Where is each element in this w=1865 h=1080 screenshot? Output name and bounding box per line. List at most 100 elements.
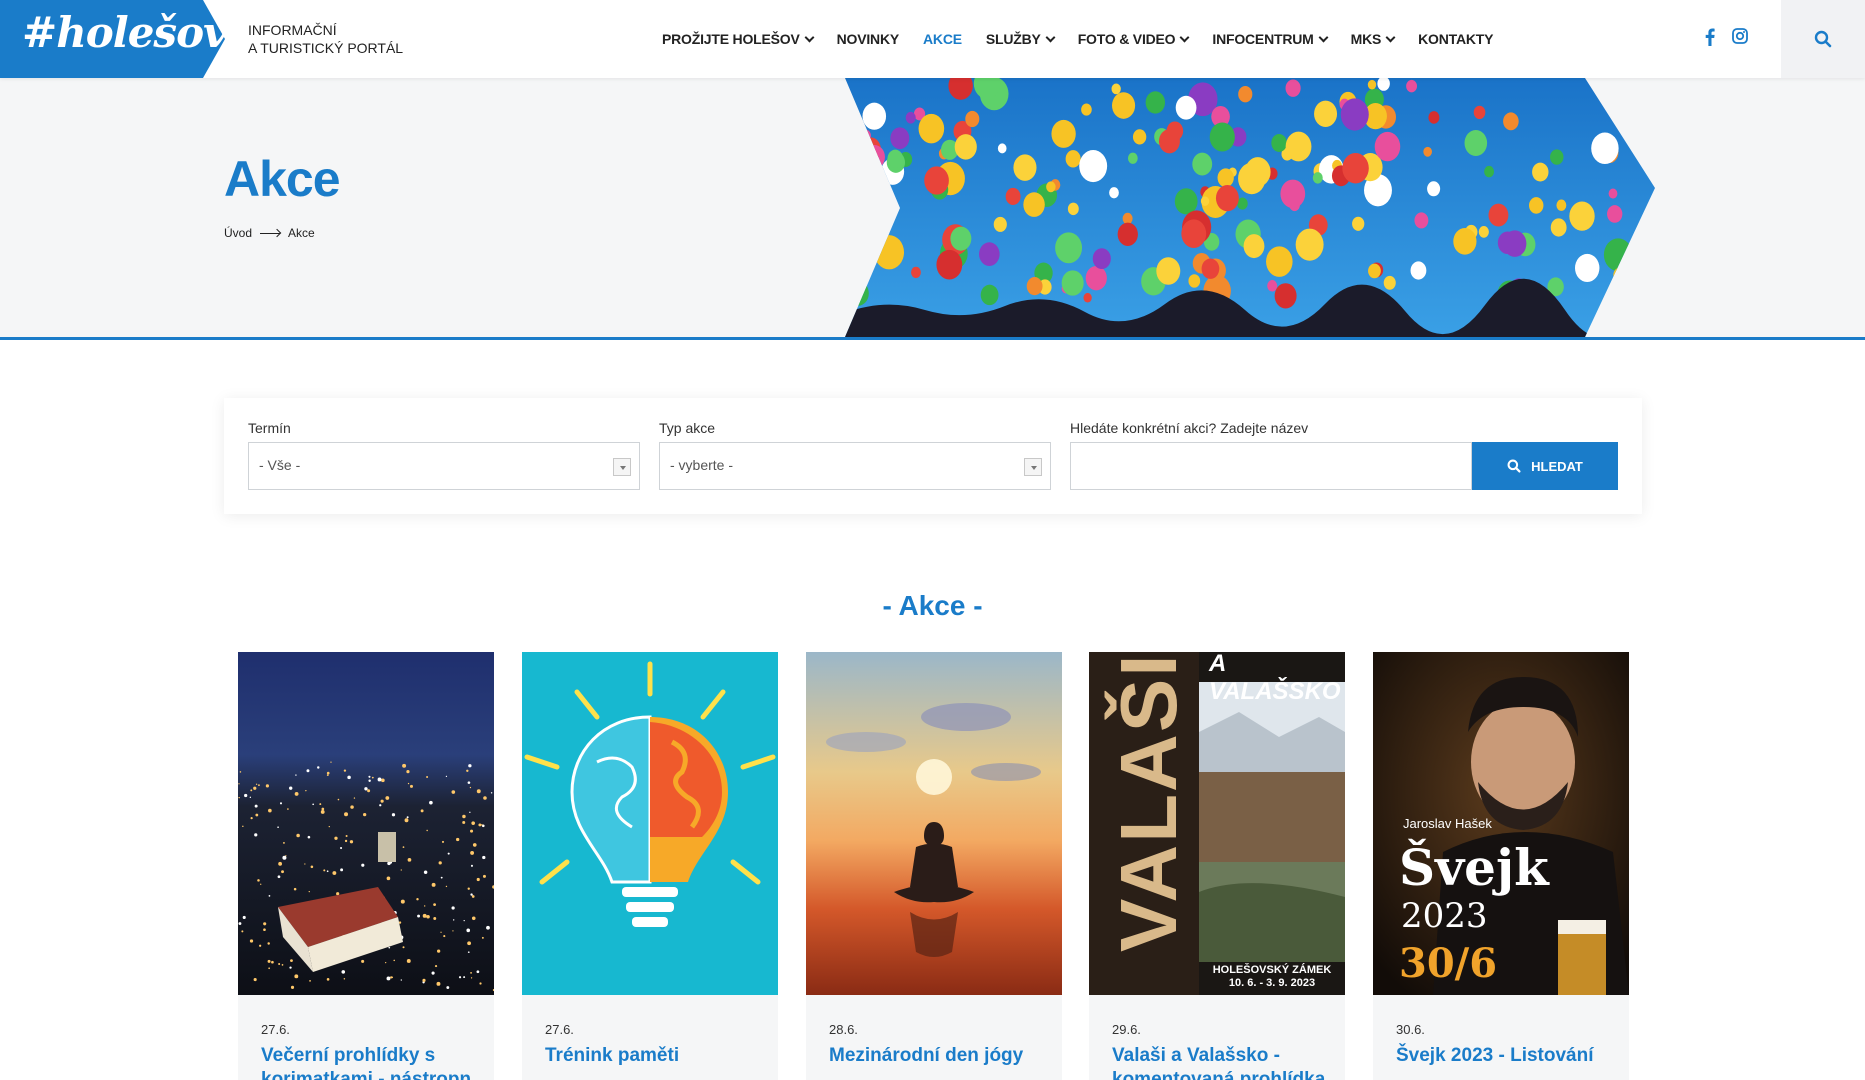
town-light [249,939,254,943]
balloon-shape [1342,152,1369,184]
town-light [470,829,474,833]
poster-footer-line1: HOLEŠOVSKÝ ZÁMEK [1212,964,1332,976]
town-light [481,936,484,939]
balloon-shape [1383,275,1396,290]
balloon-shape [1013,154,1037,181]
balloon-shape [864,145,885,169]
event-date: 27.6. [261,1022,290,1037]
event-card[interactable]: 27.6. Trénink paměti [522,652,778,1080]
balloon-shape [1174,188,1198,215]
balloon-shape [1619,286,1634,303]
town-light [402,946,405,949]
town-light [281,964,284,966]
balloon-shape [1238,86,1253,103]
balloon-shape [1111,83,1121,95]
town-light [467,951,470,953]
town-light [451,906,455,910]
town-light [426,775,429,778]
town-light [467,941,472,946]
town-light [257,879,260,882]
town-light [386,876,391,881]
town-light [255,813,259,817]
town-light [326,774,329,777]
hero-banner: Akce Úvod Akce [0,78,1865,340]
balloon-shape [1574,253,1600,283]
town-light [467,887,470,890]
town-light [438,861,442,865]
breadcrumb-home-link[interactable]: Úvod [224,226,252,240]
town-light [406,770,410,774]
nav-item-foto-video[interactable]: FOTO & VIDEO [1077,31,1190,47]
balloon-shape [1156,257,1181,285]
balloon-shape [1192,152,1213,176]
town-light [490,792,493,794]
poster-year: 2023 [1401,896,1488,936]
event-search-input[interactable] [1070,442,1472,490]
town-light [238,922,242,925]
town-light [476,877,480,882]
event-card[interactable]: A VALAŠSKO VALAŠI HOLEŠOVSKÝ ZÁMEK 10. 6… [1089,652,1345,1080]
town-light [340,847,343,850]
town-light [468,764,472,768]
town-light [402,846,405,848]
town-light [344,812,349,817]
instagram-icon[interactable] [1731,28,1749,48]
nav-item-akce[interactable]: AKCE [923,31,962,47]
town-light [436,981,441,986]
nav-label: FOTO & VIDEO [1077,31,1176,47]
town-light [259,944,262,947]
search-button-label: HLEDAT [1531,458,1583,474]
town-light [353,797,356,799]
event-card[interactable]: 27.6. Večerní prohlídky s korimatkami - … [238,652,494,1080]
balloon-shape [862,102,887,130]
town-light [244,793,248,798]
town-light [385,962,387,964]
balloon-shape [936,249,963,280]
balloon-shape [847,280,869,306]
nav-item-infocentrum[interactable]: INFOCENTRUM [1212,31,1329,47]
town-light [341,970,346,974]
town-light [434,964,438,968]
balloon-shape [1067,202,1079,216]
nav-item-kontakty[interactable]: KONTAKTY [1418,31,1493,47]
town-light [381,778,385,783]
town-light [478,823,482,827]
type-select[interactable]: - vyberte - [659,442,1051,490]
town-light [239,771,242,773]
chevron-down-icon [1045,32,1056,42]
town-light [242,825,244,828]
dropdown-arrow-icon [1024,458,1042,476]
header-search-button[interactable] [1781,0,1865,78]
town-light [431,971,435,975]
town-light [443,935,446,938]
dropdown-arrow-icon [613,458,631,476]
balloon-shape [905,111,916,124]
town-light [268,808,272,813]
event-card[interactable]: Jaroslav Hašek Švejk 2023 30/6 30.6. Šve… [1373,652,1629,1080]
town-light [307,835,311,839]
balloon-shape [950,226,972,251]
nav-item-novinky[interactable]: NOVINKY [837,31,900,47]
nav-item-mks[interactable]: MKS [1351,31,1396,47]
event-title: Švejk 2023 - Listování [1396,1045,1594,1066]
balloon-shape [1374,131,1401,162]
balloon-shape [1550,149,1564,165]
town-light [326,977,330,981]
term-select[interactable]: - Vše - [248,442,640,490]
event-card[interactable]: 28.6. Mezinárodní den jógy [806,652,1062,1080]
balloon-shape [1607,205,1623,223]
balloon-shape [1352,216,1365,231]
balloon-shape [997,143,1007,154]
nav-item-prozijte-holesov[interactable]: PROŽIJTE HOLEŠOV [662,31,815,47]
nav-item-sluzby[interactable]: SLUŽBY [986,31,1056,47]
search-submit-button[interactable]: HLEDAT [1472,442,1618,490]
town-light [295,774,297,776]
town-light [388,946,391,949]
town-light [330,761,332,763]
town-light [249,796,252,799]
balloon-shape [1503,230,1527,257]
facebook-icon[interactable] [1701,28,1719,48]
balloon-shape [954,134,977,160]
town-light [463,976,466,979]
site-logo[interactable]: #holešov [0,0,227,78]
